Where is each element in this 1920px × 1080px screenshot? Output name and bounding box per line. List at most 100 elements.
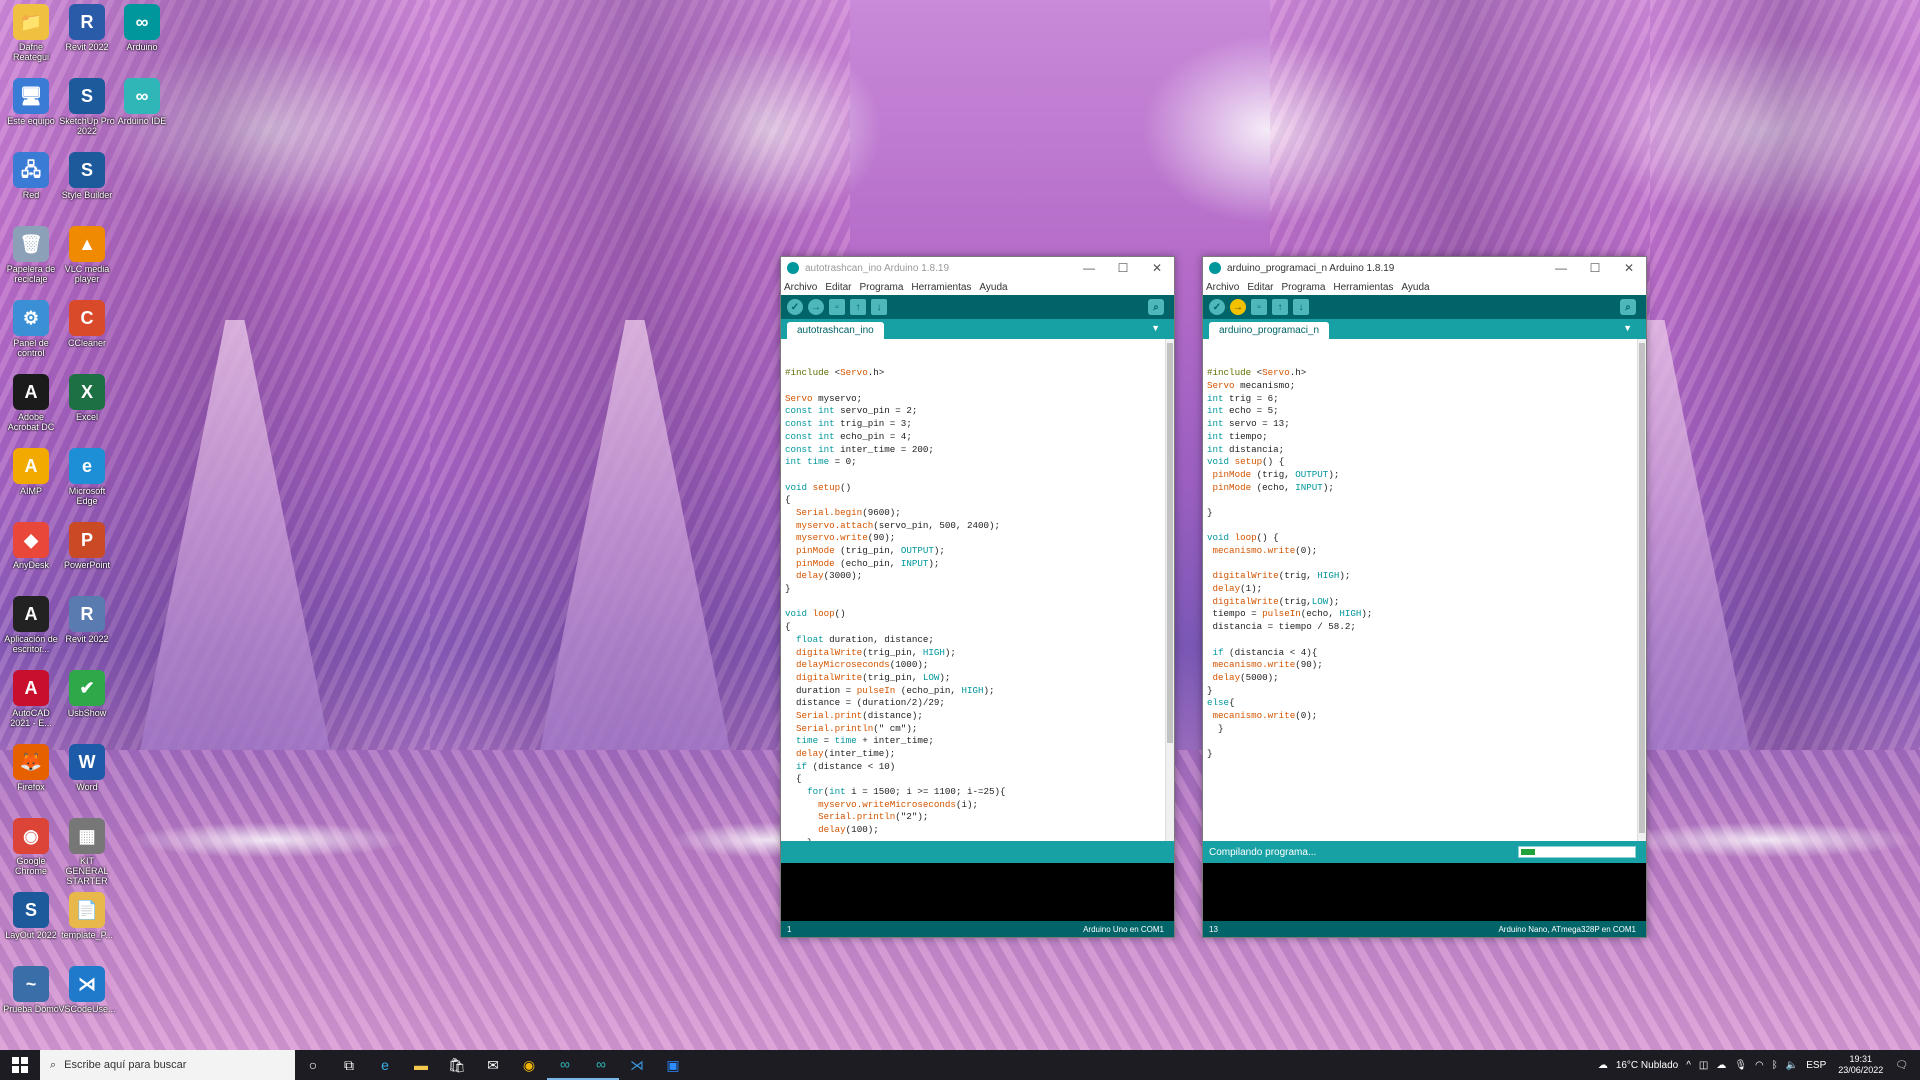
desktop-icon-red[interactable]: 🖧 Red <box>2 152 60 200</box>
chrome-icon[interactable]: ◉ <box>511 1050 547 1080</box>
close-icon[interactable]: ✕ <box>1140 261 1174 275</box>
code-editor[interactable]: #include <Servo.h> Servo myservo; const in… <box>781 339 1174 841</box>
console-output[interactable] <box>781 863 1174 921</box>
desktop-icon-powerpoint[interactable]: P PowerPoint <box>58 522 116 570</box>
scrollbar-thumb[interactable] <box>1167 343 1173 743</box>
desktop-icon-dafne-reategui[interactable]: 📁 Dafne Reategui <box>2 4 60 62</box>
desktop-icon-layout-2022[interactable]: S LayOut 2022 <box>2 892 60 940</box>
desktop-icon-word[interactable]: W Word <box>58 744 116 792</box>
new-sketch-icon[interactable]: ▫ <box>1251 299 1267 315</box>
upload-icon[interactable]: → <box>808 299 824 315</box>
mail-icon[interactable]: ✉ <box>475 1050 511 1080</box>
desktop-icon-arduino[interactable]: ∞ Arduino <box>113 4 171 52</box>
menu-editar[interactable]: Editar <box>825 282 851 293</box>
store-icon[interactable]: 🛍 <box>439 1050 475 1080</box>
desktop-icon-kit-general-starter[interactable]: ▦ KIT GENERAL STARTER <box>58 818 116 886</box>
desktop-icon-firefox[interactable]: 🦊 Firefox <box>2 744 60 792</box>
desktop-icon-aplicaci-n-de-escritor[interactable]: A Aplicación de escritor... <box>2 596 60 654</box>
open-icon[interactable]: ↑ <box>850 299 866 315</box>
clock[interactable]: 19:31 23/06/2022 <box>1838 1054 1883 1076</box>
desktop-icon-revit-2022[interactable]: R Revit 2022 <box>58 4 116 52</box>
weather-icon[interactable]: ☁ <box>1598 1060 1608 1071</box>
arduino-window-programacion[interactable]: arduino_programaci_n Arduino 1.8.19 — ☐ … <box>1202 256 1647 938</box>
editor-scrollbar[interactable] <box>1637 339 1646 841</box>
verify-icon[interactable]: ✓ <box>787 299 803 315</box>
save-icon[interactable]: ↓ <box>1293 299 1309 315</box>
window-titlebar[interactable]: arduino_programaci_n Arduino 1.8.19 — ☐ … <box>1203 257 1646 279</box>
close-icon[interactable]: ✕ <box>1612 261 1646 275</box>
serial-monitor-icon[interactable]: ⌕ <box>1620 299 1636 315</box>
console-output[interactable] <box>1203 863 1646 921</box>
menu-programa[interactable]: Programa <box>859 282 903 293</box>
menu-programa[interactable]: Programa <box>1281 282 1325 293</box>
desktop-icon-aimp[interactable]: A AIMP <box>2 448 60 496</box>
code-line: Servo myservo; <box>785 392 863 404</box>
bluetooth-icon[interactable]: ᛒ <box>1772 1060 1778 1071</box>
menu-archivo[interactable]: Archivo <box>1206 282 1239 293</box>
desktop-icon-usbshow[interactable]: ✔ UsbShow <box>58 670 116 718</box>
desktop-icon-sketchup-pro-2022[interactable]: S SketchUp Pro 2022 <box>58 78 116 136</box>
edge-icon[interactable]: e <box>367 1050 403 1080</box>
arduino-taskbar-icon[interactable]: ∞ <box>547 1050 583 1080</box>
new-sketch-icon[interactable]: ▫ <box>829 299 845 315</box>
desktop-icon-vscodeuse[interactable]: ⋊ VSCodeUse... <box>58 966 116 1014</box>
minimize-icon[interactable]: — <box>1072 261 1106 275</box>
window-titlebar[interactable]: autotrashcan_ino Arduino 1.8.19 — ☐ ✕ <box>781 257 1174 279</box>
microphone-icon[interactable]: 🎙 <box>1734 1060 1747 1071</box>
desktop-icon-excel[interactable]: X Excel <box>58 374 116 422</box>
task-view-icon[interactable]: ⧉ <box>331 1050 367 1080</box>
maximize-icon[interactable]: ☐ <box>1106 261 1140 275</box>
windows-start-icon[interactable] <box>0 1050 40 1080</box>
desktop-icon-ccleaner[interactable]: C CCleaner <box>58 300 116 348</box>
volume-icon[interactable]: 🔈 <box>1786 1060 1798 1071</box>
tab-arduino-programacion[interactable]: arduino_programaci_n <box>1209 322 1330 339</box>
desktop-icon-anydesk[interactable]: ◆ AnyDesk <box>2 522 60 570</box>
desktop-icon-google-chrome[interactable]: ◉ Google Chrome <box>2 818 60 876</box>
desktop-icon-arduino-ide[interactable]: ∞ Arduino IDE <box>113 78 171 126</box>
tab-menu-icon[interactable]: ▼ <box>1623 323 1632 333</box>
code-editor[interactable]: #include <Servo.h> Servo mecanismo; int tr… <box>1203 339 1646 841</box>
desktop-icon-panel-de-control[interactable]: ⚙ Panel de control <box>2 300 60 358</box>
weather-text[interactable]: 16°C Nublado <box>1616 1060 1678 1071</box>
arduino-window-autotrashcan[interactable]: autotrashcan_ino Arduino 1.8.19 — ☐ ✕ Ar… <box>780 256 1175 938</box>
cortana-icon[interactable]: ○ <box>295 1050 331 1080</box>
notification-icon[interactable]: 🗨 <box>1895 1060 1908 1071</box>
save-icon[interactable]: ↓ <box>871 299 887 315</box>
onedrive-icon[interactable]: ☁ <box>1716 1060 1726 1071</box>
serial-monitor-icon[interactable]: ⌕ <box>1148 299 1164 315</box>
desktop-icon-vlc-media-player[interactable]: ▲ VLC media player <box>58 226 116 284</box>
menu-herramientas[interactable]: Herramientas <box>1333 282 1393 293</box>
menu-herramientas[interactable]: Herramientas <box>911 282 971 293</box>
verify-icon[interactable]: ✓ <box>1209 299 1225 315</box>
open-icon[interactable]: ↑ <box>1272 299 1288 315</box>
upload-icon[interactable]: → <box>1230 299 1246 315</box>
vscode-icon[interactable]: ⋊ <box>619 1050 655 1080</box>
tray-overflow-icon[interactable]: ^ <box>1686 1060 1691 1071</box>
menu-archivo[interactable]: Archivo <box>784 282 817 293</box>
menu-editar[interactable]: Editar <box>1247 282 1273 293</box>
network-icon[interactable]: ◫ <box>1699 1060 1708 1071</box>
tab-autotrashcan[interactable]: autotrashcan_ino <box>787 322 884 339</box>
menu-ayuda[interactable]: Ayuda <box>1401 282 1429 293</box>
desktop-icon-este-equipo[interactable]: 🖥 Este equipo <box>2 78 60 126</box>
taskbar-search-box[interactable]: ⌕ Escribe aquí para buscar <box>40 1050 295 1080</box>
file-explorer-icon[interactable]: ▬ <box>403 1050 439 1080</box>
menu-ayuda[interactable]: Ayuda <box>979 282 1007 293</box>
desktop-icon-adobe-acrobat-dc[interactable]: A Adobe Acrobat DC <box>2 374 60 432</box>
arduino-taskbar-icon-2[interactable]: ∞ <box>583 1050 619 1080</box>
maximize-icon[interactable]: ☐ <box>1578 261 1612 275</box>
desktop-icon-prueba-domo[interactable]: ~ Prueba Domo <box>2 966 60 1014</box>
desktop-icon-revit-2022[interactable]: R Revit 2022 <box>58 596 116 644</box>
desktop-icon-template-p[interactable]: 📄 template_P... <box>58 892 116 940</box>
desktop-icon-autocad-2021-e[interactable]: A AutoCAD 2021 - E... <box>2 670 60 728</box>
desktop-icon-style-builder[interactable]: S Style Builder <box>58 152 116 200</box>
zoom-icon[interactable]: ▣ <box>655 1050 691 1080</box>
tab-menu-icon[interactable]: ▼ <box>1151 323 1160 333</box>
language-indicator[interactable]: ESP <box>1806 1060 1826 1071</box>
desktop-icon-microsoft-edge[interactable]: e Microsoft Edge <box>58 448 116 506</box>
wifi-icon[interactable]: ◠ <box>1755 1060 1764 1071</box>
editor-scrollbar[interactable] <box>1165 339 1174 841</box>
minimize-icon[interactable]: — <box>1544 261 1578 275</box>
desktop-icon-papelera-de-reciclaje[interactable]: 🗑 Papelera de reciclaje <box>2 226 60 284</box>
scrollbar-thumb[interactable] <box>1639 343 1645 833</box>
